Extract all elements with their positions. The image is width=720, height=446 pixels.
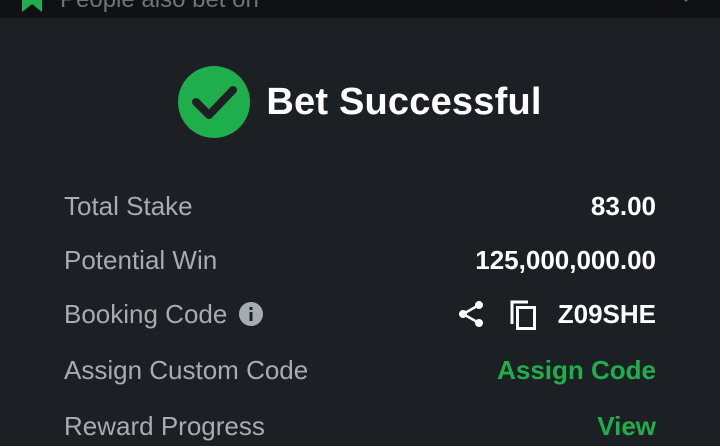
- booking-code-actions: Z09SHE: [456, 298, 656, 330]
- potential-win-value: 125,000,000.00: [475, 244, 656, 275]
- reward-progress-row: Reward Progress View: [64, 406, 656, 446]
- assign-custom-code-row: Assign Custom Code Assign Code: [64, 350, 656, 390]
- assign-code-link[interactable]: Assign Code: [497, 355, 656, 386]
- total-stake-label: Total Stake: [64, 190, 193, 221]
- booking-code-label-group: Booking Code: [64, 298, 264, 330]
- booking-code-value[interactable]: Z09SHE: [558, 299, 656, 330]
- bet-success-banner: Bet Successful: [0, 66, 720, 138]
- assign-custom-code-label: Assign Custom Code: [64, 354, 309, 385]
- check-circle-icon: [178, 66, 251, 138]
- bet-receipt-panel: Bet Successful Total Stake 83.00 Potenti…: [0, 18, 720, 441]
- booking-code-row: Booking Code Z09SHE: [64, 294, 656, 334]
- share-icon[interactable]: [456, 299, 486, 329]
- total-stake-row: Total Stake 83.00: [64, 186, 656, 226]
- section-title: People also bet on: [60, 0, 259, 14]
- info-icon[interactable]: [239, 302, 264, 326]
- potential-win-label: Potential Win: [64, 244, 218, 275]
- booking-code-label: Booking Code: [64, 298, 228, 329]
- people-also-bet-on-header[interactable]: People also bet on: [0, 0, 720, 18]
- chevron-down-icon[interactable]: [678, 0, 694, 6]
- reward-progress-label: Reward Progress: [64, 410, 265, 441]
- total-stake-value: 83.00: [590, 190, 656, 221]
- potential-win-row: Potential Win 125,000,000.00: [64, 240, 656, 280]
- success-title: Bet Successful: [266, 80, 542, 123]
- view-reward-link[interactable]: View: [597, 411, 656, 442]
- bookmark-icon: [22, 0, 42, 12]
- copy-icon[interactable]: [508, 298, 538, 330]
